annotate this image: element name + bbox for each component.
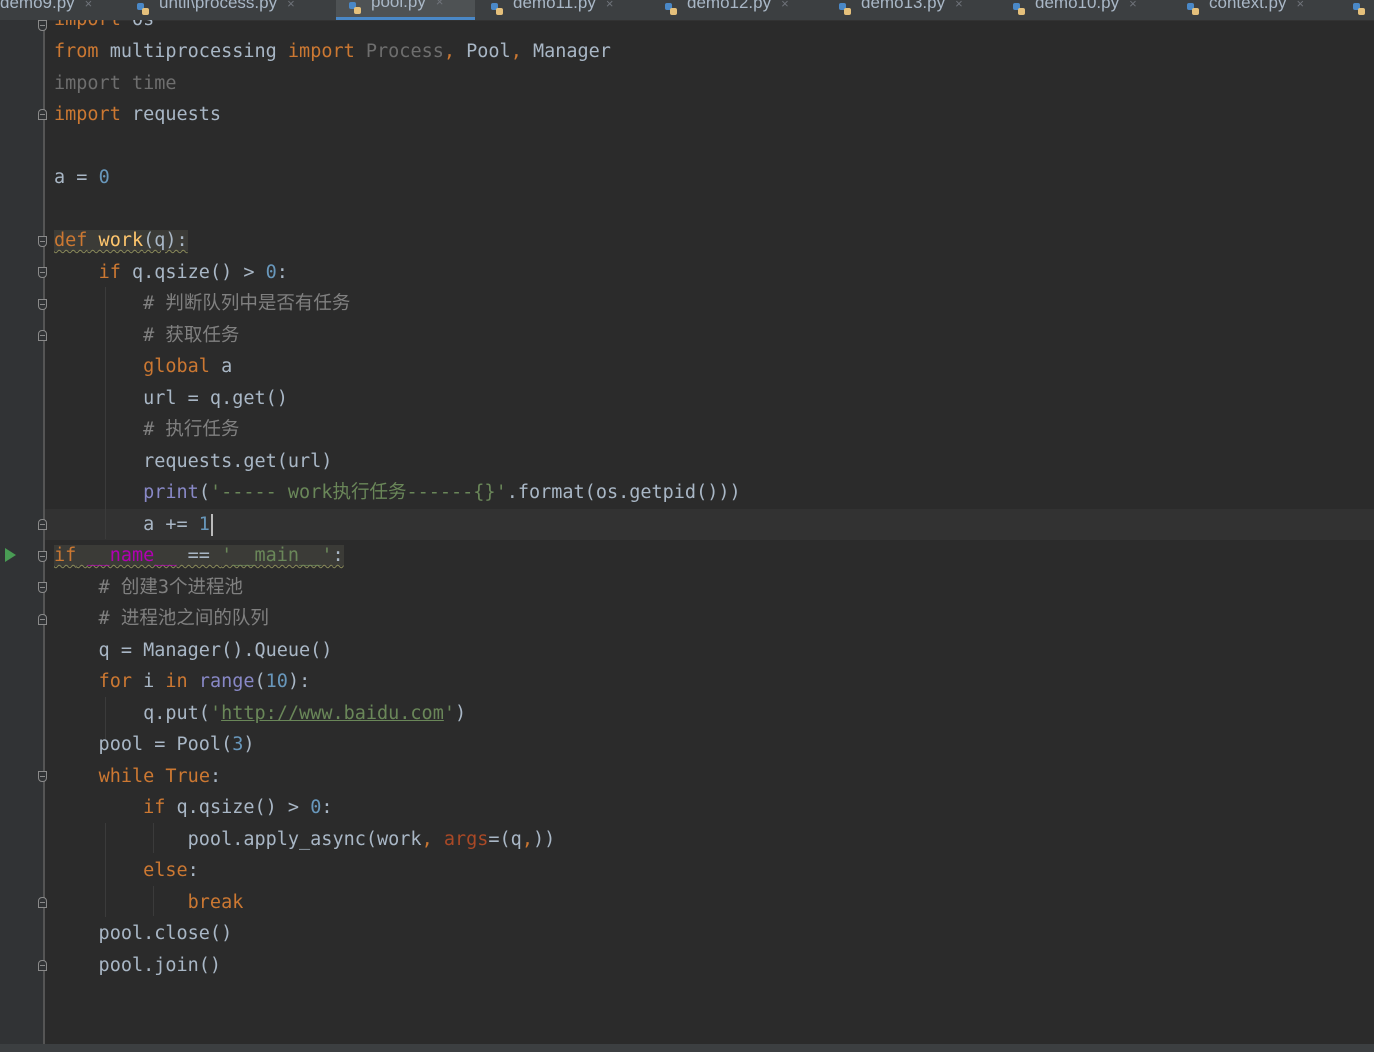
tab-demo13[interactable]: demo13.py × (838, 0, 1003, 20)
code-line: url = q.get() (54, 388, 288, 409)
code-line: q = Manager().Queue() (54, 640, 333, 661)
tab-demo10[interactable]: demo10.py × (1012, 0, 1177, 20)
fold-icon[interactable] (38, 582, 47, 593)
code-line: pool.close() (54, 923, 233, 944)
code-line: import requests (54, 104, 222, 125)
code-comment: # 判断队列中是否有任务 (54, 293, 351, 314)
fold-icon[interactable] (38, 236, 47, 247)
fold-icon[interactable] (38, 330, 47, 341)
code-line: for i in range(10): (98, 671, 311, 692)
code-line: pool.apply_async(work, args=(q,)) (54, 829, 556, 850)
fold-icon[interactable] (38, 771, 47, 782)
tab-overflow[interactable] (1352, 0, 1374, 20)
code-line: print('----- work执行任务------{}'.format(os… (143, 482, 741, 503)
code-line: a = 0 (54, 167, 110, 188)
tab-context[interactable]: context.py × (1186, 0, 1346, 20)
code-line-current: a += 1 (54, 509, 213, 540)
python-file-icon (348, 0, 362, 14)
fold-icon[interactable] (38, 299, 47, 310)
code-line: q.put('http://www.baidu.com') (54, 703, 467, 724)
code-line: global a (143, 356, 233, 377)
text-caret (210, 514, 213, 536)
fold-icon[interactable] (38, 960, 47, 971)
fold-icon[interactable] (38, 614, 47, 625)
python-file-icon (1352, 1, 1366, 15)
close-icon[interactable]: × (85, 0, 93, 11)
horizontal-scrollbar[interactable] (0, 1044, 1374, 1052)
close-icon[interactable]: × (1129, 0, 1137, 11)
code-comment: # 执行任务 (54, 419, 240, 440)
python-file-icon (838, 1, 852, 15)
code-line: def work(q): (54, 230, 188, 251)
code-line: if q.qsize() > 0: (143, 797, 333, 818)
tab-label: until\process.py (159, 0, 278, 12)
run-icon[interactable] (5, 548, 16, 562)
fold-icon[interactable] (38, 519, 47, 530)
fold-icon[interactable] (38, 897, 47, 908)
code-line: if q.qsize() > 0: (98, 262, 288, 283)
tab-label: context.py (1209, 0, 1287, 12)
editor-gutter (0, 20, 44, 1044)
tab-label: demo11.py (513, 0, 596, 12)
code-line: pool = Pool(3) (54, 734, 255, 755)
tab-until-process[interactable]: until\process.py × (136, 0, 331, 20)
fold-icon[interactable] (38, 109, 47, 120)
code-line: import os (54, 20, 154, 35)
gutter-divider (43, 20, 45, 1044)
close-icon[interactable]: × (436, 0, 444, 9)
close-icon[interactable]: × (781, 0, 789, 11)
code-line: while True: (98, 766, 222, 787)
code-line: import time (54, 73, 177, 94)
fold-icon[interactable] (38, 267, 47, 278)
code-comment: # 进程池之间的队列 (54, 608, 269, 629)
editor-tab-bar: demo9.py × until\process.py × pool.py × … (0, 0, 1374, 21)
code-comment: # 创建3个进程池 (54, 577, 243, 598)
tab-label: demo13.py (861, 0, 946, 12)
fold-icon[interactable] (38, 20, 47, 31)
code-editor[interactable]: import os from multiprocessing import Pr… (0, 20, 1374, 1044)
fold-icon[interactable] (38, 551, 47, 562)
python-file-icon (490, 1, 504, 15)
tab-label: demo10.py (1035, 0, 1120, 12)
python-file-icon (1012, 1, 1026, 15)
python-file-icon (664, 1, 678, 15)
tab-label: pool.py (371, 0, 426, 11)
python-file-icon (136, 1, 150, 15)
tab-label: demo9.py (0, 0, 75, 12)
close-icon[interactable]: × (606, 0, 614, 11)
code-line: pool.join() (54, 955, 222, 976)
code-line: if __name__ == '__main__': (54, 545, 344, 566)
tab-demo11[interactable]: demo11.py × (490, 0, 655, 20)
close-icon[interactable]: × (955, 0, 963, 11)
tab-demo9[interactable]: demo9.py × (0, 0, 125, 20)
close-icon[interactable]: × (1297, 0, 1305, 11)
tab-label: demo12.py (687, 0, 772, 12)
tab-pool[interactable]: pool.py × (336, 0, 475, 20)
tab-demo12[interactable]: demo12.py × (664, 0, 829, 20)
code-line: else: (143, 860, 199, 881)
code-line: break (187, 892, 244, 913)
code-comment: # 获取任务 (54, 325, 240, 346)
code-line: requests.get(url) (54, 451, 333, 472)
code-line: from multiprocessing import Process, Poo… (54, 41, 611, 62)
python-file-icon (1186, 1, 1200, 15)
close-icon[interactable]: × (287, 0, 295, 11)
url-link[interactable]: http://www.baidu.com (221, 703, 444, 724)
